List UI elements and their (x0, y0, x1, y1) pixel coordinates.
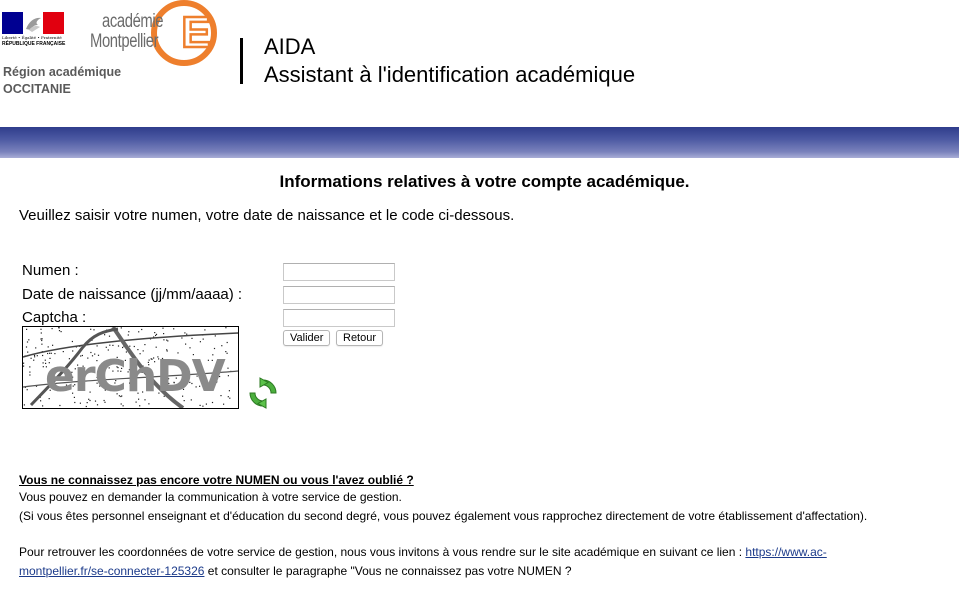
app-subtitle: Assistant à l'identification académique (264, 62, 636, 87)
numen-help-line1: Vous pouvez en demander la communication… (19, 490, 402, 504)
captcha-input[interactable] (283, 309, 395, 327)
republique-francaise-logo: Liberté • Égalité • Fraternité RÉPUBLIQU… (2, 12, 66, 47)
back-button[interactable]: Retour (336, 330, 384, 346)
page-header: Liberté • Égalité • Fraternité RÉPUBLIQU… (0, 0, 959, 128)
academie-link-part1[interactable]: https://www.ac- (745, 545, 826, 559)
academie-link-part2[interactable]: montpellier.fr/se-connecter-125326 (19, 564, 204, 578)
birthdate-label: Date de naissance (jj/mm/aaaa) : (22, 286, 243, 303)
academie-text: académie (102, 11, 164, 32)
captcha-label: Captcha : (22, 309, 87, 326)
app-name: AIDA (264, 34, 316, 59)
academie-letter: E (180, 7, 212, 59)
numen-help-line3: Pour retrouver les coordonnées de votre … (19, 544, 827, 561)
numen-help-line4-text: et consulter le paragraphe "Vous ne conn… (204, 564, 572, 578)
captcha-image: erChDV (22, 326, 239, 409)
region-line2: OCCITANIE (3, 82, 71, 96)
app-title: AIDA Assistant à l'identification académ… (264, 33, 635, 89)
numen-label: Numen : (22, 262, 79, 279)
captcha-graphic: erChDV (23, 327, 238, 408)
header-band (0, 127, 959, 158)
marianne-flag-icon (2, 12, 64, 34)
rf-motto: Liberté • Égalité • Fraternité (2, 35, 62, 40)
captcha-text: erChDV (45, 351, 226, 402)
title-divider (240, 38, 243, 84)
numen-help-question: Vous ne connaissez pas encore votre NUME… (19, 473, 414, 487)
refresh-icon[interactable] (246, 376, 280, 410)
rf-name: RÉPUBLIQUE FRANÇAISE (2, 41, 66, 47)
numen-help-line2: (Si vous êtes personnel enseignant et d'… (19, 509, 868, 523)
academie-city-text: Montpellier (90, 31, 159, 52)
page-title: Informations relatives à votre compte ac… (279, 172, 690, 191)
academie-montpellier-logo: E académie Montpellier (86, 0, 226, 72)
numen-help-line3-text: Pour retrouver les coordonnées de votre … (19, 545, 746, 559)
submit-button[interactable]: Valider (283, 330, 331, 346)
numen-input[interactable] (283, 263, 395, 281)
instructions-text: Veuillez saisir votre numen, votre date … (19, 207, 515, 224)
numen-help-line4: montpellier.fr/se-connecter-125326 et co… (19, 563, 572, 580)
birthdate-input[interactable] (283, 286, 395, 304)
